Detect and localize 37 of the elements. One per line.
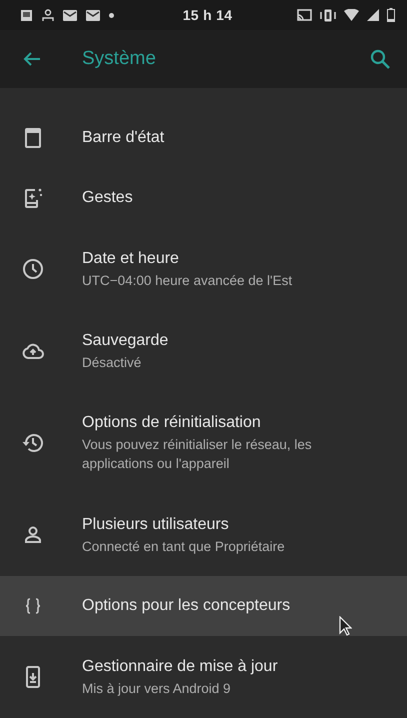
item-title: Sauvegarde: [82, 330, 170, 350]
item-summary: Désactivé: [82, 354, 142, 372]
cast-icon: [297, 9, 312, 21]
mail-icon: [86, 10, 100, 20]
notification-icon: [20, 8, 33, 22]
wifi-icon: [344, 9, 360, 21]
settings-item[interactable]: Gestes: [0, 168, 407, 228]
search-button[interactable]: [369, 48, 391, 70]
settings-item[interactable]: Options de réinitialisation Vous pouvez réinitialiser le réseau, les applications ou l'appareil: [0, 392, 407, 494]
status-time: 15 h 14: [182, 7, 232, 23]
settings-item[interactable]: Gestionnaire de mise à jour Mis à jour vers Android 9: [0, 636, 407, 718]
item-title: Date et heure: [82, 248, 180, 268]
settings-item[interactable]: Options pour les concepteurs: [0, 576, 407, 636]
item-summary: Vous pouvez réinitialiser le réseau, les applications ou l'appareil: [82, 436, 313, 473]
mouse-cursor-icon: [339, 616, 352, 636]
item-title: Gestes: [82, 188, 134, 208]
battery-icon: [387, 8, 396, 22]
item-title: Plusieurs utilisateurs: [82, 514, 230, 534]
vibrate-icon: [320, 8, 336, 22]
item-summary: Connecté en tant que Propriétaire: [82, 538, 286, 556]
signal-icon: [367, 9, 380, 21]
clock-icon: [21, 257, 45, 281]
search-icon: [369, 48, 391, 70]
item-summary: Mis à jour vers Android 9: [82, 680, 232, 698]
dot-icon: [109, 12, 114, 18]
item-summary: UTC−04:00 heure avancée de l'Est: [82, 272, 294, 290]
settings-item[interactable]: Date et heure UTC−04:00 heure avancée de l'Est: [0, 228, 407, 310]
item-title: Options de réinitialisation: [82, 413, 262, 433]
settings-item[interactable]: Barre d'état: [0, 108, 407, 168]
mail-icon: [63, 10, 77, 20]
page-title: Système: [82, 48, 157, 70]
settings-item[interactable]: Sauvegarde Désactivé: [0, 310, 407, 392]
item-title: Options pour les concepteurs: [82, 596, 292, 616]
settings-item[interactable]: Plusieurs utilisateurs Connecté en tant que Propriétaire: [0, 494, 407, 576]
item-title: Gestionnaire de mise à jour: [82, 656, 279, 676]
history-icon: [21, 431, 45, 455]
item-title: Barre d'état: [82, 128, 166, 148]
